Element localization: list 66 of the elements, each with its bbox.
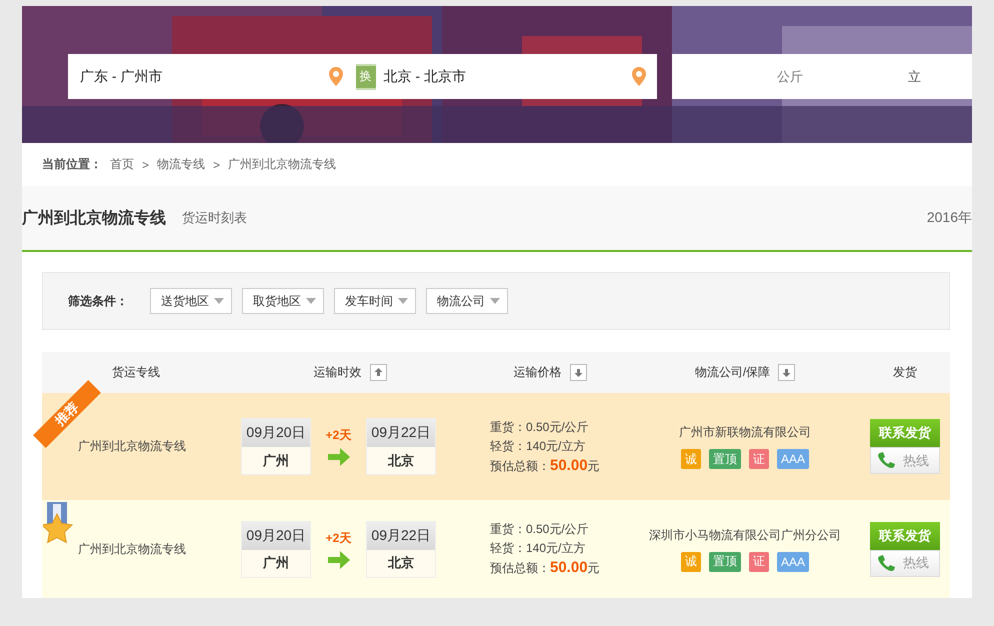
price-text: 重货：0.50元/公斤 (490, 521, 589, 538)
guarantee-tag: AAA (776, 552, 809, 572)
date-text: 09月20日 (242, 419, 310, 447)
location-pin-icon (632, 67, 646, 86)
route-field[interactable]: 广东 - 广州市 换 北京 - 北京市 (68, 54, 657, 99)
duration-text: +2天 (326, 427, 352, 444)
breadcrumb-link[interactable]: 物流专线 (157, 156, 206, 173)
arrow-icon (328, 448, 350, 466)
sort-down-icon (570, 364, 586, 381)
phone-icon (877, 452, 895, 469)
column-header: 发货 (893, 364, 917, 381)
location-pin-icon (328, 67, 342, 86)
date-text: 2016年 (926, 209, 972, 227)
guarantee-tag: 诚 (680, 449, 701, 469)
city-text: 北京 (386, 452, 415, 470)
guarantee-tag: AAA (776, 449, 809, 469)
duration-text: +2天 (326, 530, 352, 546)
guarantee-tag: 证 (748, 552, 769, 572)
price-text: 重货：0.50元/公斤 (490, 418, 589, 436)
city-text: 广州 (262, 452, 290, 470)
route-name: 广州到北京物流专线 (78, 540, 186, 558)
arrow-icon (328, 550, 350, 568)
city-text: 北京 (386, 554, 415, 572)
filter-label: 筛选条件： (68, 292, 128, 310)
guarantee-tag: 诚 (680, 552, 701, 572)
total-label: 预估总额： (490, 458, 550, 474)
currency-unit: 元 (588, 560, 600, 577)
phone-icon (877, 554, 895, 572)
caret-icon (398, 298, 408, 304)
price-text: 轻货：140元/立方 (490, 438, 586, 454)
guarantee-tag: 置顶 (708, 449, 741, 469)
total-amount: 50.00 (550, 456, 588, 474)
page-title: 广州到北京物流专线 (22, 208, 166, 228)
company-link[interactable]: 深圳市小马物流有限公司广州分公司 (649, 526, 841, 544)
weight-field[interactable]: 公斤 立 (672, 54, 972, 99)
filter-dropdown[interactable]: 发车时间 (334, 288, 416, 314)
currency-unit: 元 (588, 458, 600, 474)
caret-icon (306, 298, 316, 304)
city-text: 广州 (262, 554, 290, 572)
column-header: 物流公司/保障 (694, 364, 770, 381)
date-text: 09月20日 (242, 522, 310, 550)
column-header: 运输时效 (314, 364, 362, 381)
guarantee-tag: 证 (748, 449, 769, 469)
date-text: 09月22日 (367, 419, 435, 447)
guarantee-tag: 置顶 (708, 552, 741, 572)
column-header: 货运专线 (112, 364, 160, 381)
breadcrumb-separator: > (213, 158, 220, 172)
company-link[interactable]: 广州市新联物流有限公司 (679, 424, 811, 441)
caret-icon (214, 298, 224, 304)
date-text: 09月22日 (367, 522, 435, 550)
medal-star-icon (43, 502, 73, 544)
breadcrumb-link[interactable]: 首页 (110, 156, 134, 173)
filter-dropdown[interactable]: 取货地区 (242, 288, 324, 314)
sort-down-icon (778, 364, 796, 381)
sort-up-icon (370, 364, 386, 381)
total-label: 预估总额： (490, 560, 550, 577)
breadcrumb-separator: > (142, 158, 150, 172)
column-header: 运输价格 (514, 364, 562, 381)
filter-dropdown[interactable]: 物流公司 (426, 288, 508, 314)
total-amount: 50.00 (550, 559, 588, 576)
price-text: 轻货：140元/立方 (490, 540, 586, 557)
filter-dropdown[interactable]: 送货地区 (150, 288, 232, 314)
breadcrumb-label: 当前位置： (42, 156, 102, 173)
page-subtitle: 货运时刻表 (182, 209, 247, 227)
breadcrumb-link[interactable]: 广州到北京物流专线 (228, 156, 336, 173)
caret-icon (490, 298, 500, 304)
